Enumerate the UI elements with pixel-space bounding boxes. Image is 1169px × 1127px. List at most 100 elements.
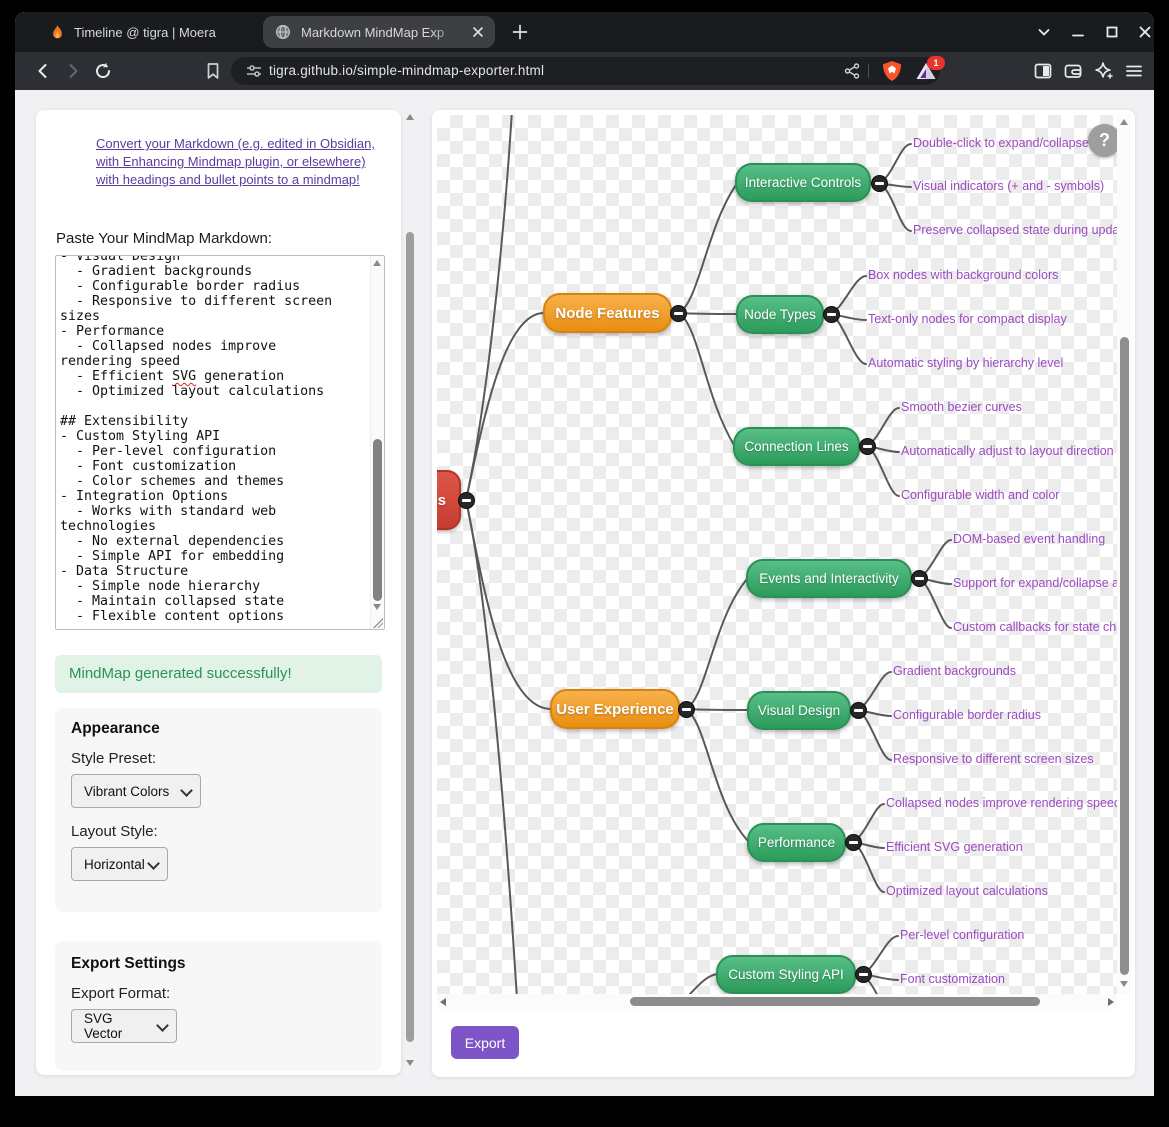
mindmap-node-interactive-controls[interactable]: Interactive Controls [735,163,871,202]
intro-link[interactable]: Convert your Markdown (e.g. edited in Ob… [96,135,380,189]
mindmap-leaf: Automatically adjust to layout direction [901,444,1114,458]
mindmap-panel: s Node Features User Experience Interact… [432,110,1135,1077]
layout-style-select[interactable]: Horizontal [71,847,168,881]
style-preset-select[interactable]: Vibrant Colors [71,774,201,808]
mindmap-leaf: Font customization [900,972,1005,986]
markdown-text: - Visual Design - Gradient backgrounds -… [60,255,356,624]
markdown-textarea[interactable]: - Visual Design - Gradient backgrounds -… [55,255,385,630]
collapse-indicator[interactable] [845,834,862,851]
minimize-icon[interactable] [1069,23,1087,41]
scroll-up-icon[interactable] [1120,119,1128,125]
scroll-left-icon[interactable] [440,998,446,1006]
window-chevron-icon[interactable] [1035,23,1053,41]
close-icon[interactable] [470,24,486,40]
connection-line [466,500,517,994]
mindmap-node-performance[interactable]: Performance [747,823,846,862]
tab-title: Markdown MindMap Exp [301,25,444,40]
mindmap-node-user-experience[interactable]: User Experience [550,689,680,729]
scroll-right-icon[interactable] [1108,998,1114,1006]
collapse-indicator[interactable] [823,306,840,323]
url-text[interactable]: tigra.github.io/simple-mindmap-exporter.… [269,63,544,78]
scroll-down-icon[interactable] [406,1060,414,1066]
export-format-value: SVG Vector [84,1011,148,1041]
mindmap-leaf: Custom callbacks for state changes [953,620,1117,634]
tab-bar: Timeline @ tigra | Moera Markdown MindMa… [15,12,1154,52]
reload-icon[interactable] [93,61,113,81]
tab-mindmap-exporter[interactable]: Markdown MindMap Exp [263,16,495,48]
window-close-icon[interactable] [1136,23,1154,41]
mindmap-node-visual-design[interactable]: Visual Design [747,691,851,730]
mindmap-viewport[interactable]: s Node Features User Experience Interact… [437,115,1117,994]
mindmap-node-node-features[interactable]: Node Features [543,293,672,333]
mindmap-leaf: Double-click to expand/collapse [913,136,1089,150]
connection-line [679,185,736,313]
mindmap-node-connection-lines[interactable]: Connection Lines [733,427,860,466]
mindmap-leaf: Collapsed nodes improve rendering speed [886,796,1117,810]
menu-icon[interactable] [1124,61,1144,81]
textarea-resize-grip[interactable] [373,618,383,628]
mindmap-leaf: Efficient SVG generation [886,840,1023,854]
share-icon[interactable] [843,62,861,80]
brave-shield-icon[interactable] [881,60,899,78]
url-bar[interactable]: tigra.github.io/simple-mindmap-exporter.… [231,57,940,85]
mindmap-leaf: Box nodes with background colors [868,268,1058,282]
mindmap-v-scrollbar[interactable] [1117,115,1131,994]
style-preset-value: Vibrant Colors [84,784,169,799]
textarea-scrollbar-thumb[interactable] [373,439,382,601]
tab-title: Timeline @ tigra | Moera [74,25,216,40]
site-settings-icon[interactable] [245,62,263,80]
scroll-down-icon[interactable] [1120,981,1128,987]
mindmap-v-scrollbar-thumb[interactable] [1120,337,1129,975]
collapse-indicator[interactable] [670,305,687,322]
tab-moera[interactable]: Timeline @ tigra | Moera [29,16,226,48]
export-button[interactable]: Export [451,1026,519,1059]
collapse-indicator[interactable] [859,438,876,455]
bat-rewards-icon[interactable]: 1 [915,60,933,78]
rewards-badge: 1 [927,56,945,70]
mindmap-node-events-interactivity[interactable]: Events and Interactivity [746,559,912,598]
scroll-up-icon[interactable] [406,114,414,120]
forward-icon[interactable] [63,61,83,81]
mindmap-leaf: Support for expand/collapse all [953,576,1117,590]
collapse-indicator[interactable] [458,492,475,509]
wallet-icon[interactable] [1063,61,1083,81]
mindmap-leaf: Visual indicators (+ and - symbols) [913,179,1104,193]
style-preset-label: Style Preset: [71,750,156,767]
mindmap-leaf: Automatic styling by hierarchy level [868,356,1063,370]
collapse-indicator[interactable] [855,966,872,983]
back-icon[interactable] [33,61,53,81]
mindmap-leaf: Text-only nodes for compact display [868,312,1067,326]
bookmark-icon[interactable] [203,61,223,81]
page-scrollbar[interactable] [404,112,416,1078]
toolbar-divider [868,64,869,78]
collapse-indicator[interactable] [871,175,888,192]
export-settings-group: Export Settings Export Format: SVG Vecto… [55,941,382,1071]
page-scrollbar-thumb[interactable] [406,232,414,1042]
mindmap-h-scrollbar-thumb[interactable] [630,997,1040,1006]
appearance-title: Appearance [71,720,160,738]
mindmap-leaf: Configurable width and color [901,488,1059,502]
mindmap-leaf: Responsive to different screen sizes [893,752,1094,766]
sidebar-toggle-icon[interactable] [1033,61,1053,81]
markdown-text-part: - Visual Design - Gradient backgrounds -… [60,255,340,384]
status-message: MindMap generated successfully! [55,655,382,693]
collapse-indicator[interactable] [678,701,695,718]
mindmap-h-scrollbar[interactable] [437,994,1117,1009]
connection-lines-layer [437,115,1117,994]
mindmap-node-custom-styling-api[interactable]: Custom Styling API [716,955,856,994]
maximize-icon[interactable] [1103,23,1121,41]
flame-icon [51,25,64,40]
scroll-up-icon[interactable] [373,260,381,266]
collapse-indicator[interactable] [850,702,867,719]
scroll-down-icon[interactable] [373,604,381,610]
markdown-input-label: Paste Your MindMap Markdown: [56,230,272,247]
mindmap-node-node-types[interactable]: Node Types [736,295,824,334]
leo-ai-icon[interactable] [1094,61,1114,81]
layout-style-value: Horizontal [84,857,145,872]
textarea-scrollbar[interactable] [370,256,384,629]
collapse-indicator[interactable] [911,570,928,587]
mindmap-leaf: DOM-based event handling [953,532,1105,546]
connection-line [466,500,551,709]
new-tab-icon[interactable] [512,24,528,40]
export-format-select[interactable]: SVG Vector [71,1009,177,1043]
